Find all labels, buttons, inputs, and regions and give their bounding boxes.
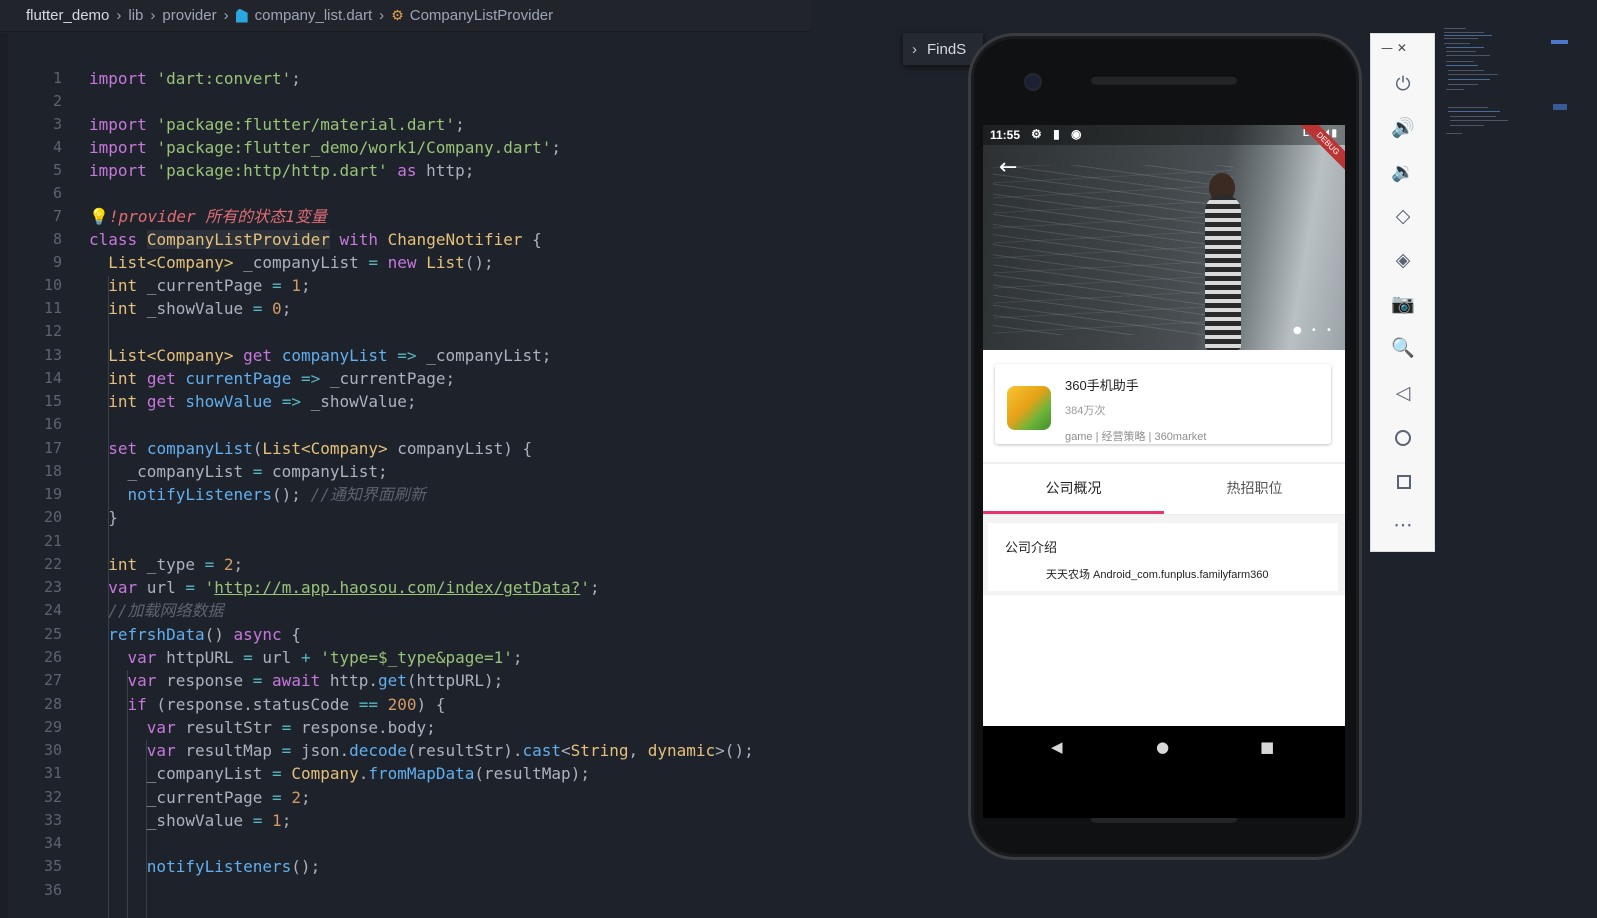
tab-hot-jobs[interactable]: 热招职位: [1164, 464, 1345, 512]
line-number: 21: [43, 532, 62, 550]
line-number: 35: [43, 857, 62, 875]
zoom-icon[interactable]: 🔍: [1391, 336, 1415, 360]
line-number: 6: [52, 184, 62, 202]
intro-title: 公司介绍: [1005, 540, 1058, 555]
power-icon[interactable]: ⏻: [1391, 72, 1415, 96]
line-number: 26: [43, 648, 62, 666]
line-number: 8: [52, 230, 62, 248]
more-icon[interactable]: ⋯: [1391, 513, 1415, 537]
app-icon: [1007, 386, 1051, 430]
camera-icon[interactable]: 📷: [1391, 292, 1415, 316]
chevron-right-icon: ›: [116, 7, 122, 24]
line-number: 4: [52, 138, 62, 156]
intro-section: 公司介绍 天天农场 Android_com.funplus.familyfarm…: [983, 515, 1345, 595]
breadcrumb-lib[interactable]: lib: [128, 7, 143, 24]
nav-recents-button[interactable]: ■: [1260, 738, 1274, 756]
android-nav-bar: ◀ ● ■: [983, 726, 1345, 774]
breadcrumb-symbol[interactable]: CompanyListProvider: [410, 7, 553, 24]
breadcrumb-provider[interactable]: provider: [162, 7, 216, 24]
volume-up-icon[interactable]: 🔊: [1391, 116, 1415, 140]
line-number: 11: [43, 299, 62, 317]
back-icon[interactable]: ◁: [1391, 381, 1415, 405]
status-icons: ⚙ ▮ ◉: [1031, 127, 1086, 141]
line-number: 7: [52, 207, 62, 225]
nav-home-button[interactable]: ●: [1156, 738, 1169, 756]
home-icon[interactable]: [1395, 430, 1411, 446]
back-arrow-icon[interactable]: ←: [999, 155, 1017, 180]
dart-file-icon: [235, 8, 248, 23]
intro-text: 天天农场 Android_com.funplus.familyfarm360: [1046, 569, 1269, 581]
status-bar: 11:55 ⚙ ▮ ◉ LTE◢ ▮: [983, 125, 1345, 145]
chevron-right-icon: ›: [379, 7, 385, 24]
nav-back-button[interactable]: ◀: [1051, 738, 1063, 756]
lightbulb-icon[interactable]: 💡: [89, 207, 109, 226]
line-number: 36: [43, 881, 62, 899]
chevron-right-icon: ›: [150, 7, 156, 24]
scrollbar-marker: [1553, 104, 1567, 110]
top-speaker: [1090, 75, 1238, 85]
line-number: 5: [52, 161, 62, 179]
line-number: 22: [43, 555, 62, 573]
line-number: 13: [43, 346, 62, 364]
app-name: 360手机助手: [1065, 378, 1139, 393]
line-number: 20: [43, 508, 62, 526]
line-number: 19: [43, 485, 62, 503]
emulator-toolbar: — ✕ ⏻ 🔊 🔉 ◇ ◈ 📷 🔍 ◁ ⋯: [1370, 33, 1435, 552]
line-number: 9: [52, 253, 62, 271]
overview-icon[interactable]: [1397, 475, 1411, 489]
app-download-count: 384万次: [1065, 405, 1106, 417]
line-number: 25: [43, 625, 62, 643]
line-number: 3: [52, 115, 62, 133]
tab-indicator: [983, 511, 1164, 514]
line-number: 33: [43, 811, 62, 829]
line-number: 18: [43, 462, 62, 480]
line-number: 15: [43, 392, 62, 410]
rotate-left-icon[interactable]: ◇: [1391, 204, 1415, 228]
volume-down-icon[interactable]: 🔉: [1391, 160, 1415, 184]
tab-bar: 公司概况 热招职位: [983, 464, 1345, 515]
line-number: 32: [43, 788, 62, 806]
line-number: 31: [43, 764, 62, 782]
editor-gutter: [0, 33, 8, 918]
front-camera: [1026, 75, 1040, 89]
line-number: 1: [52, 69, 62, 87]
chevron-right-icon: ›: [223, 7, 229, 24]
intro-card: 公司介绍 天天农场 Android_com.funplus.familyfarm…: [988, 523, 1338, 591]
line-number: 34: [43, 834, 62, 852]
rotate-right-icon[interactable]: ◈: [1391, 248, 1415, 272]
app-tags: game | 经营策略 | 360market: [1065, 431, 1207, 443]
app-card[interactable]: 360手机助手 384万次 game | 经营策略 | 360market: [995, 364, 1331, 444]
phone-screen[interactable]: 11:55 ⚙ ▮ ◉ LTE◢ ▮ DEBUG ← ● • • 360手机助手…: [983, 125, 1345, 818]
banner-image[interactable]: 11:55 ⚙ ▮ ◉ LTE◢ ▮ DEBUG ← ● • •: [983, 125, 1345, 350]
line-number: 14: [43, 369, 62, 387]
chevron-right-icon[interactable]: ›: [912, 41, 917, 58]
breadcrumb: flutter_demo › lib › provider › company_…: [0, 0, 810, 32]
emulator-phone-frame: 11:55 ⚙ ▮ ◉ LTE◢ ▮ DEBUG ← ● • • 360手机助手…: [968, 33, 1362, 860]
code-editor[interactable]: 1 import 'dart:convert'; 2 3 import 'packa…: [0, 33, 810, 918]
breadcrumb-file[interactable]: company_list.dart: [255, 7, 373, 24]
line-number: 17: [43, 439, 62, 457]
line-number: 28: [43, 695, 62, 713]
line-number: 27: [43, 671, 62, 689]
line-number: 16: [43, 415, 62, 433]
find-input[interactable]: FindS: [927, 41, 966, 58]
carousel-indicator: ● • •: [1293, 325, 1335, 336]
line-number: 12: [43, 322, 62, 340]
detail-page: 360手机助手 384万次 game | 经营策略 | 360market 公司…: [983, 350, 1345, 726]
class-symbol-icon: ⚙: [391, 7, 404, 23]
line-number: 23: [43, 578, 62, 596]
line-number: 29: [43, 718, 62, 736]
window-controls[interactable]: — ✕: [1381, 41, 1407, 55]
tab-company-overview[interactable]: 公司概况: [983, 464, 1164, 512]
line-number: 24: [43, 601, 62, 619]
scrollbar-thumb[interactable]: [1551, 40, 1568, 44]
minimap[interactable]: [1440, 25, 1597, 155]
line-number: 10: [43, 276, 62, 294]
line-number: 2: [52, 92, 62, 110]
status-time: 11:55: [990, 128, 1021, 142]
breadcrumb-root[interactable]: flutter_demo: [26, 7, 109, 24]
line-number: 30: [43, 741, 62, 759]
url-link[interactable]: http://m.app.haosou.com/index/getData?: [214, 578, 580, 597]
